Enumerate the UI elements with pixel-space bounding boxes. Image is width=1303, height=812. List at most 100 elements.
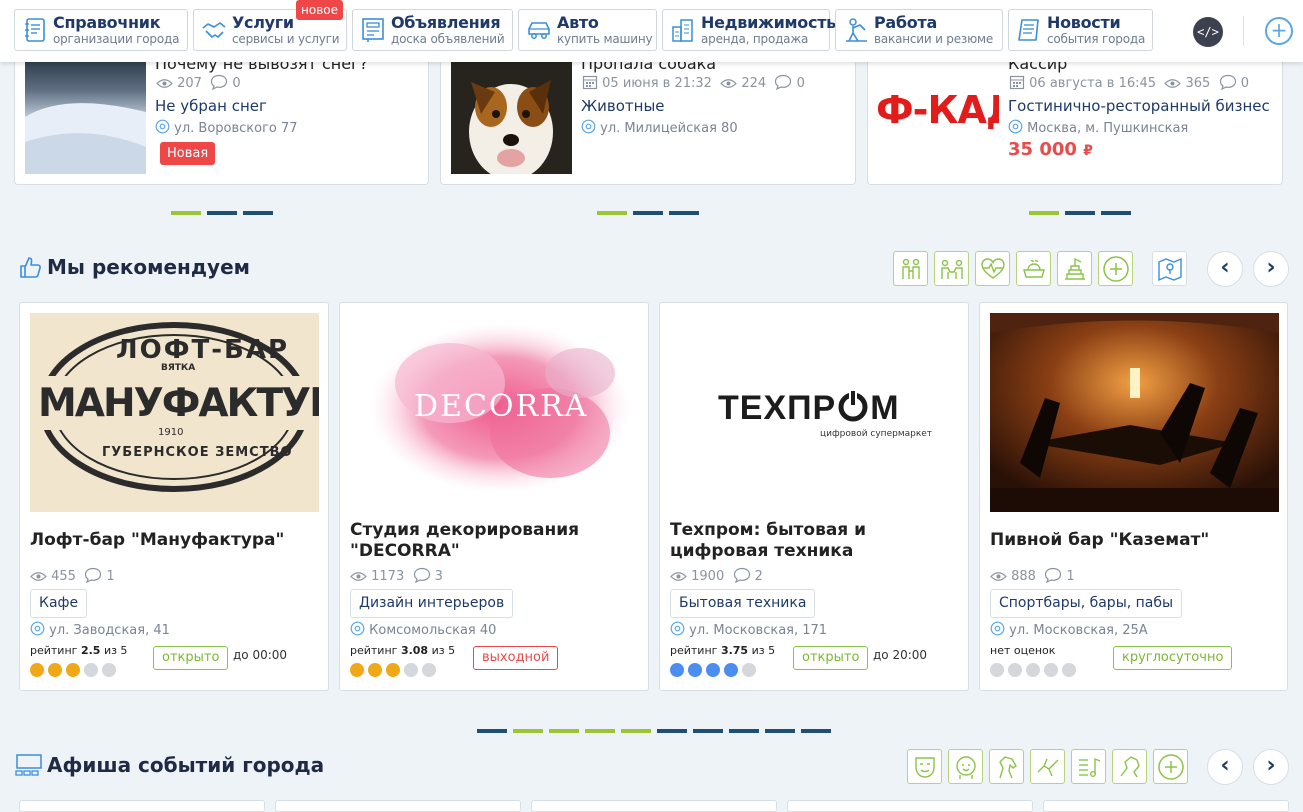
- ad-card[interactable]: Ф-КАД Кассир 06 августа в 16:45 365 0 Го…: [867, 62, 1283, 185]
- nav-auto[interactable]: Авто купить машину: [518, 9, 657, 51]
- ad-date: 06 августа в 16:45: [1029, 76, 1157, 91]
- card-title[interactable]: Техпром: бытовая и цифровая техника: [670, 520, 960, 562]
- pager-dot[interactable]: [621, 729, 651, 733]
- carousel-prev-button[interactable]: ‹: [1207, 749, 1243, 785]
- ad-category[interactable]: Гостинично-ресторанный бизнес: [1008, 97, 1270, 115]
- recommend-card[interactable]: ЛОФТ-БАР ВЯТКА МАНУФАКТУРА 1910 ГУБЕРНСК…: [19, 302, 329, 691]
- add-button[interactable]: +: [1265, 17, 1293, 45]
- food-icon: [1022, 259, 1045, 278]
- buildings-icon: [672, 19, 693, 42]
- pager-dot[interactable]: [171, 211, 201, 215]
- rating-circle: [670, 663, 684, 677]
- filter-art-button[interactable]: [1112, 749, 1147, 784]
- pager-dot[interactable]: [657, 729, 687, 733]
- ad-category[interactable]: Животные: [581, 97, 665, 115]
- comments-count: 1: [1066, 569, 1075, 584]
- pager-dot[interactable]: [801, 729, 831, 733]
- recommend-card[interactable]: DECORRA Студия декорирования "DECORRA" 1…: [339, 302, 649, 691]
- carousel-next-button[interactable]: ›: [1253, 251, 1289, 287]
- nav-label: Справочник: [53, 13, 161, 32]
- pager-dot[interactable]: [207, 211, 237, 215]
- pager-dot[interactable]: [729, 729, 759, 733]
- filter-music-button[interactable]: [1071, 749, 1106, 784]
- rating-label: рейтинг: [350, 644, 398, 657]
- carousel-prev-button[interactable]: ‹: [1207, 251, 1243, 287]
- filter-food-button[interactable]: [1016, 251, 1051, 286]
- nav-sublabel: организации города: [53, 32, 180, 46]
- rating-value: 2.5: [80, 644, 101, 657]
- nav-classifieds[interactable]: Объявления доска объявлений: [352, 9, 513, 51]
- pager-dot[interactable]: [633, 211, 663, 215]
- pager-dot[interactable]: [765, 729, 795, 733]
- meeting-icon: [940, 259, 963, 279]
- recommend-card[interactable]: Пивной бар "Каземат" 888 1 Спортбары, ба…: [979, 302, 1288, 691]
- pager-dot[interactable]: [549, 729, 579, 733]
- ad-title[interactable]: Почему не вывозят снег?: [155, 62, 368, 73]
- filter-kids-button[interactable]: [948, 749, 983, 784]
- ad-title[interactable]: Кассир: [1008, 62, 1067, 73]
- event-card[interactable]: [19, 800, 265, 812]
- card-stats: 1173 3: [350, 567, 443, 584]
- filter-dance-button[interactable]: [1030, 749, 1065, 784]
- card-address: ул. Московская, 171: [670, 621, 827, 638]
- event-card[interactable]: [787, 800, 1033, 812]
- logo-sub: цифровой супермаркет: [820, 429, 933, 439]
- card-image: ТЕХПР М цифровой супермаркет: [670, 313, 959, 512]
- filter-family-button[interactable]: [893, 251, 928, 286]
- ad-image: [25, 62, 146, 174]
- code-button[interactable]: </>: [1193, 17, 1223, 47]
- rating-circles: [30, 662, 120, 681]
- views-count: 1900: [691, 569, 725, 584]
- card-image: [990, 313, 1279, 512]
- nav-realestate[interactable]: Недвижимость аренда, продажа: [662, 9, 836, 51]
- pager-dot[interactable]: [1029, 211, 1059, 215]
- ad-category[interactable]: Не убран снег: [155, 97, 267, 115]
- category-tag[interactable]: Бытовая техника: [670, 589, 816, 618]
- rating-text: рейтинг 3.75 из 5: [670, 644, 775, 657]
- rating-circle: [1026, 663, 1040, 677]
- currency: ₽: [1083, 143, 1093, 159]
- nav-news[interactable]: Новости события города: [1008, 9, 1153, 51]
- pager-dot[interactable]: [1065, 211, 1095, 215]
- rating-text: рейтинг 2.5 из 5: [30, 644, 127, 657]
- pager-dot[interactable]: [513, 729, 543, 733]
- recommend-card[interactable]: ТЕХПР М цифровой супермаркет Техпром: быт…: [659, 302, 969, 691]
- category-tag[interactable]: Кафе: [30, 589, 88, 618]
- event-card[interactable]: [275, 800, 521, 812]
- card-title[interactable]: Пивной бар "Каземат": [990, 530, 1280, 551]
- pager-dot[interactable]: [669, 211, 699, 215]
- pager-dot[interactable]: [243, 211, 273, 215]
- filter-theatre-button[interactable]: [907, 749, 942, 784]
- plus-circle-icon: [1102, 255, 1129, 282]
- carousel-next-button[interactable]: ›: [1253, 749, 1289, 785]
- filter-horse-button[interactable]: [989, 749, 1024, 784]
- filter-health-button[interactable]: [975, 251, 1010, 286]
- ad-meta: 06 августа в 16:45 365 0: [1009, 74, 1249, 91]
- card-title[interactable]: Студия декорирования "DECORRA": [350, 520, 640, 562]
- filter-more-button[interactable]: [1098, 251, 1133, 286]
- pager-dot[interactable]: [1101, 211, 1131, 215]
- ad-address: ул. Милицейская 80: [581, 119, 738, 136]
- rating-circle: [404, 663, 418, 677]
- ad-title[interactable]: Пропала собака: [581, 62, 716, 73]
- filter-more-button[interactable]: [1153, 749, 1188, 784]
- ad-card[interactable]: Почему не вывозят снег? 207 0 Не убран с…: [14, 62, 429, 185]
- filter-meeting-button[interactable]: [934, 251, 969, 286]
- pager-dot[interactable]: [477, 729, 507, 733]
- filter-building-button[interactable]: [1057, 251, 1092, 286]
- category-tag[interactable]: Дизайн интерьеров: [350, 589, 514, 618]
- category-tag[interactable]: Спортбары, бары, пабы: [990, 589, 1183, 618]
- nav-label: Объявления: [391, 13, 501, 32]
- event-card[interactable]: [1043, 800, 1289, 812]
- card-title[interactable]: Лофт-бар "Мануфактура": [30, 530, 320, 551]
- pager-dot[interactable]: [585, 729, 615, 733]
- comments-count: 3: [434, 569, 443, 584]
- pager-dot[interactable]: [597, 211, 627, 215]
- nav-jobs[interactable]: Работа вакансии и резюме: [835, 9, 1003, 51]
- map-button[interactable]: [1152, 251, 1187, 286]
- address-text: ул. Заводская, 41: [49, 623, 170, 638]
- nav-directory[interactable]: Справочник организации города: [14, 9, 188, 51]
- pager-dot[interactable]: [693, 729, 723, 733]
- ad-card[interactable]: Пропала собака 05 июня в 21:32 224 0 Жив…: [440, 62, 856, 185]
- event-card[interactable]: [531, 800, 777, 812]
